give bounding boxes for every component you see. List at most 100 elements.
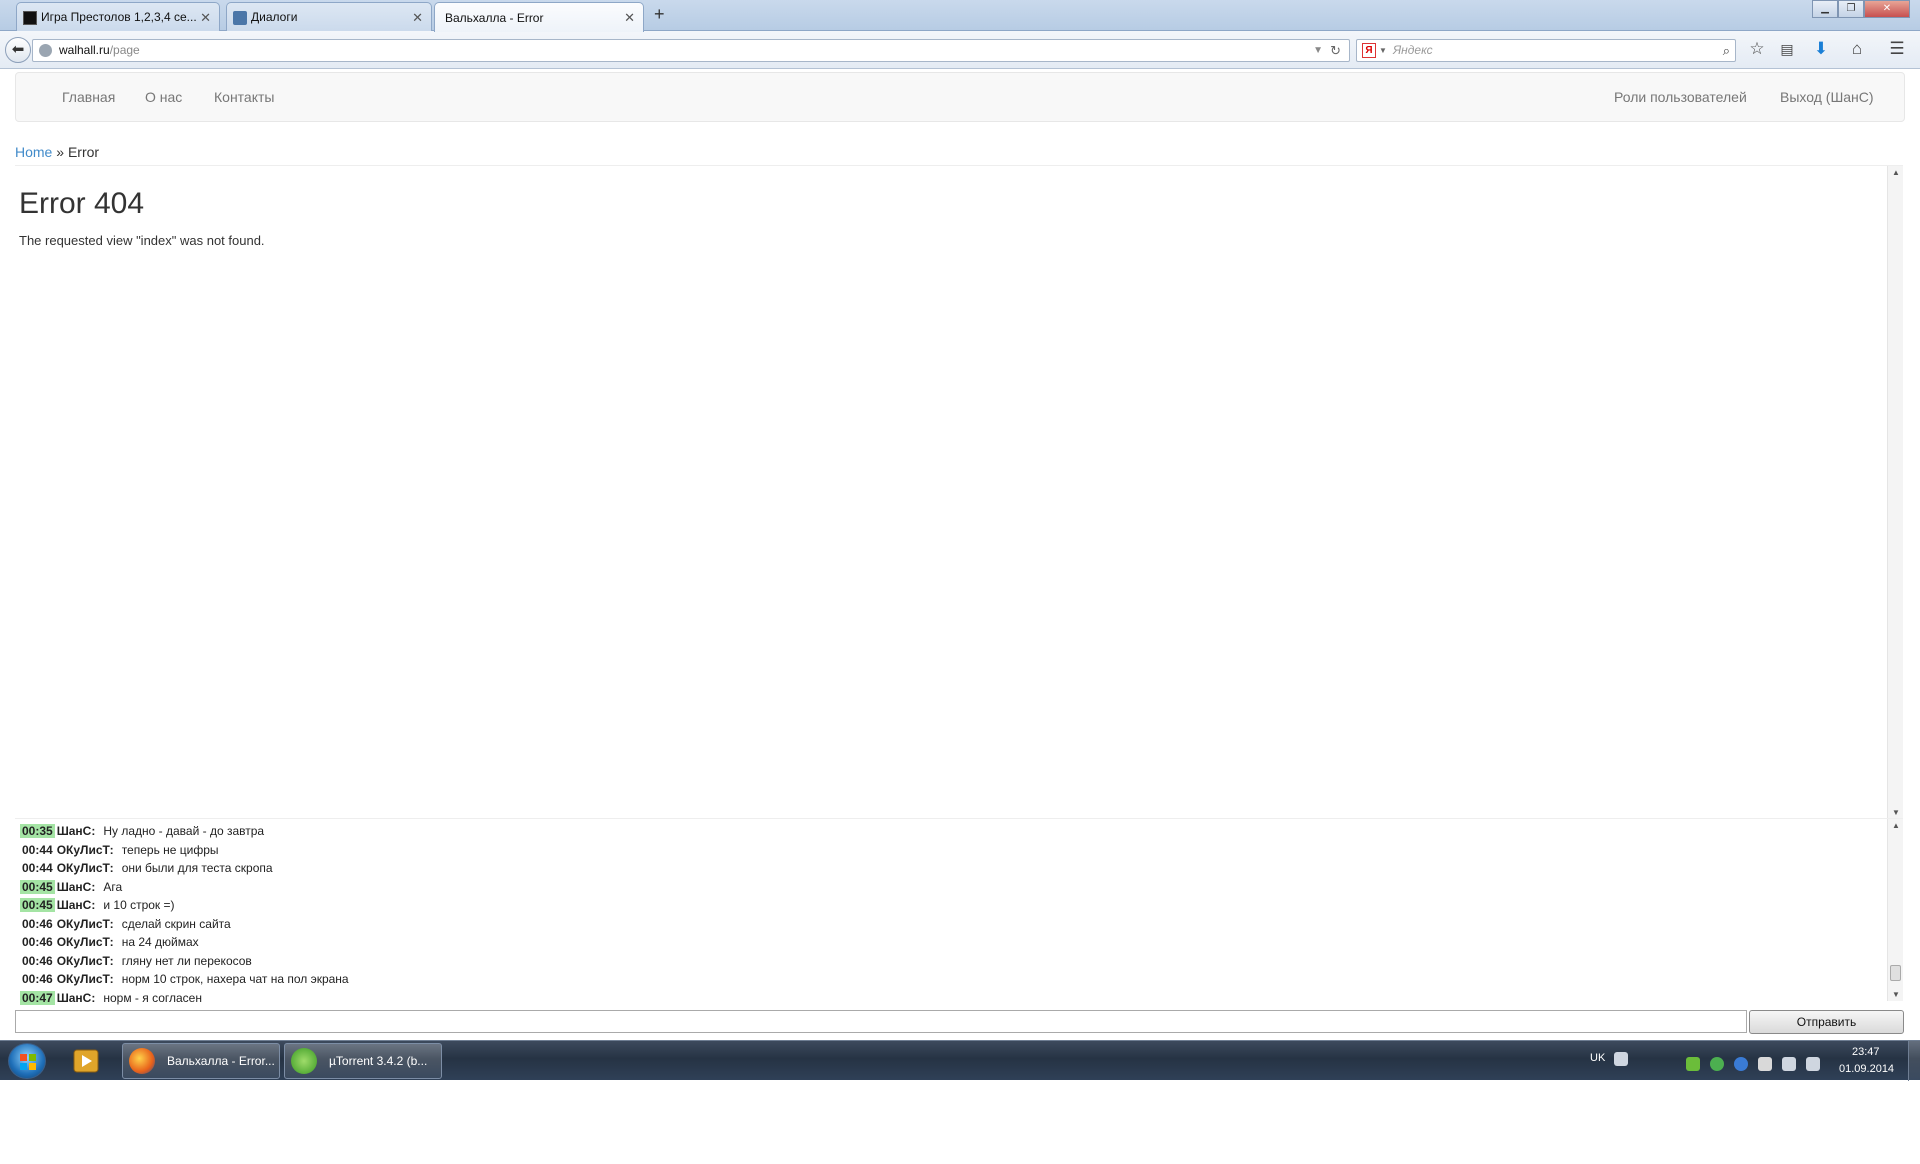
network-icon[interactable]: [1782, 1057, 1796, 1071]
info-icon[interactable]: [1734, 1057, 1748, 1071]
address-bar[interactable]: walhall.ru/page ▼ ↻: [32, 39, 1350, 62]
chat-user: ОКуЛисТ:: [56, 861, 114, 875]
yandex-icon[interactable]: Я: [1362, 43, 1376, 58]
chat-user: ШанС:: [56, 898, 96, 912]
film-icon: [23, 11, 37, 25]
start-button[interactable]: [8, 1043, 46, 1079]
volume-icon[interactable]: [1806, 1057, 1820, 1071]
tab-dialogs[interactable]: Диалоги ✕: [226, 2, 432, 31]
bookmarks-list-icon[interactable]: ▤: [1776, 37, 1798, 61]
chat-time: 00:47: [20, 991, 55, 1005]
chat-message: 00:47 ШанС: норм - я согласен: [20, 991, 202, 1006]
menu-icon[interactable]: ☰: [1886, 37, 1908, 61]
new-tab-button[interactable]: +: [654, 4, 665, 25]
utorrent-tray-icon[interactable]: [1710, 1057, 1724, 1071]
chat-message: 00:35 ШанС: Ну ладно - давай - до завтра: [20, 824, 264, 839]
clock-time[interactable]: 23:47: [1852, 1046, 1880, 1058]
chat-text: сделай скрин сайта: [121, 917, 231, 931]
nav-link-user-roles[interactable]: Роли пользователей: [1614, 89, 1747, 105]
chat-user: ОКуЛисТ:: [56, 917, 114, 931]
chat-message: 00:46 ОКуЛисТ: гляну нет ли перекосов: [20, 954, 252, 969]
search-icon[interactable]: ⌕: [1723, 40, 1730, 61]
scroll-up-arrow-icon[interactable]: ▲: [1888, 821, 1904, 830]
chat-scrollbar[interactable]: ▲ ▼: [1887, 819, 1903, 1001]
minimize-button[interactable]: ▁: [1812, 0, 1838, 18]
action-center-flag-icon[interactable]: [1758, 1057, 1772, 1071]
download-icon[interactable]: ⬇: [1810, 37, 1832, 61]
search-engine-dropdown-icon[interactable]: ▼: [1379, 40, 1387, 61]
nav-link-about[interactable]: О нас: [145, 89, 182, 105]
content-scrollbar[interactable]: ▲ ▼: [1887, 166, 1903, 819]
nvidia-icon[interactable]: [1686, 1057, 1700, 1071]
scroll-up-arrow-icon[interactable]: ▲: [1888, 168, 1904, 177]
back-button[interactable]: ⬅: [5, 37, 31, 63]
scroll-down-arrow-icon[interactable]: ▼: [1888, 990, 1904, 999]
search-bar[interactable]: Я ▼ Яндекс ⌕: [1356, 39, 1736, 62]
chat-user: ШанС:: [56, 880, 96, 894]
chat-text: норм - я согласен: [103, 991, 202, 1005]
utorrent-icon: [291, 1048, 317, 1074]
history-dropdown-icon[interactable]: ▼: [1313, 40, 1323, 61]
tab-label: Диалоги: [251, 10, 298, 24]
media-player-pinned-icon[interactable]: [69, 1044, 103, 1078]
url-path: /page: [109, 43, 140, 57]
chat-time: 00:46: [22, 972, 53, 986]
maximize-button[interactable]: ❐: [1838, 0, 1864, 18]
windows-taskbar: Вальхалла - Error... µTorrent 3.4.2 (b..…: [0, 1040, 1920, 1081]
language-indicator[interactable]: UK: [1590, 1052, 1605, 1064]
chat-text: гляну нет ли перекосов: [121, 954, 252, 968]
close-icon[interactable]: ✕: [412, 10, 423, 26]
chat-text: Ага: [103, 880, 123, 894]
chat-time: 00:46: [22, 917, 53, 931]
chat-user: ОКуЛисТ:: [56, 935, 114, 949]
nav-link-home[interactable]: Главная: [62, 89, 115, 105]
taskbar-item-utorrent[interactable]: µTorrent 3.4.2 (b...: [284, 1043, 442, 1079]
windows-logo-icon: [20, 1054, 36, 1070]
chat-time: 00:45: [20, 898, 55, 912]
chat-text: и 10 строк =): [103, 898, 175, 912]
chat-time: 00:45: [20, 880, 55, 894]
chat-message: 00:44 ОКуЛисТ: они были для теста скропа: [20, 861, 273, 876]
chat-time: 00:44: [22, 843, 53, 857]
window-close-button[interactable]: ✕: [1864, 0, 1910, 18]
chat-user: ОКуЛисТ:: [56, 843, 114, 857]
chat-time: 00:44: [22, 861, 53, 875]
taskbar-item-label: µTorrent 3.4.2 (b...: [329, 1054, 428, 1068]
home-icon[interactable]: ⌂: [1846, 37, 1868, 61]
chat-text: Ну ладно - давай - до завтра: [103, 824, 265, 838]
chat-message: 00:45 ШанС: Ага: [20, 880, 122, 895]
chat-time: 00:35: [20, 824, 55, 838]
show-desktop-button[interactable]: [1908, 1041, 1920, 1081]
chat-text: теперь не цифры: [121, 843, 219, 857]
bookmark-star-icon[interactable]: ☆: [1746, 37, 1768, 61]
site-navbar: Главная О нас Контакты Роли пользователе…: [15, 72, 1905, 122]
tab-valhalla-error[interactable]: Вальхалла - Error ✕: [434, 2, 644, 32]
scroll-down-arrow-icon[interactable]: ▼: [1888, 808, 1904, 817]
vk-icon: [233, 11, 247, 25]
keyboard-icon[interactable]: [1614, 1052, 1628, 1066]
clock-date[interactable]: 01.09.2014: [1839, 1063, 1894, 1075]
chat-time: 00:46: [22, 935, 53, 949]
chat-message-input[interactable]: [15, 1010, 1747, 1033]
tab-game-of-thrones[interactable]: Игра Престолов 1,2,3,4 се... ✕: [16, 2, 220, 31]
error-message: The requested view "index" was not found…: [19, 233, 265, 248]
chat-text: они были для теста скропа: [121, 861, 273, 875]
breadcrumb-separator: »: [56, 144, 65, 160]
taskbar-item-label: Вальхалла - Error...: [167, 1054, 275, 1068]
browser-tab-strip: Игра Престолов 1,2,3,4 се... ✕ Диалоги ✕…: [0, 0, 1920, 32]
chat-user: ОКуЛисТ:: [56, 972, 114, 986]
chat-scroll-thumb[interactable]: [1890, 965, 1901, 981]
taskbar-item-firefox[interactable]: Вальхалла - Error...: [122, 1043, 280, 1079]
chat-user: ШанС:: [56, 991, 96, 1005]
globe-icon: [39, 44, 52, 57]
window-controls: ▁ ❐ ✕: [1812, 0, 1910, 18]
chat-message: 00:46 ОКуЛисТ: норм 10 строк, нахера чат н…: [20, 972, 349, 987]
breadcrumb-home-link[interactable]: Home: [15, 144, 52, 160]
reload-icon[interactable]: ↻: [1330, 40, 1341, 61]
close-icon[interactable]: ✕: [624, 10, 635, 26]
send-button[interactable]: Отправить: [1749, 1010, 1904, 1034]
nav-link-logout[interactable]: Выход (ШанС): [1780, 89, 1874, 105]
page-title: Error 404: [19, 187, 145, 220]
close-icon[interactable]: ✕: [200, 10, 211, 26]
nav-link-contacts[interactable]: Контакты: [214, 89, 274, 105]
